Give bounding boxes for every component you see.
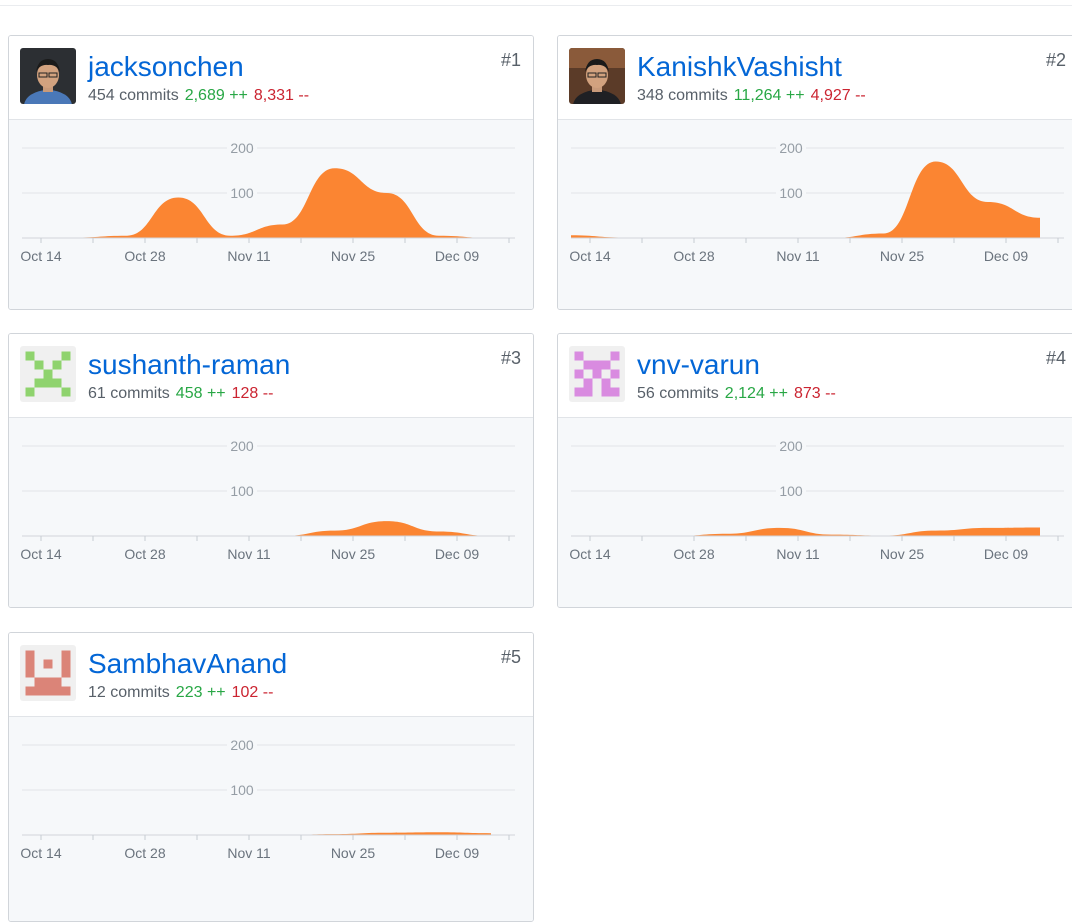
deletions-count: 102 -- [231, 684, 274, 701]
y-tick-label: 200 [230, 438, 254, 454]
contribution-chart-area: 100 200 Oct 14 Oct 28 Nov 11 Nov 25 Dec 09 [9, 716, 533, 921]
avatar[interactable] [569, 346, 625, 402]
contributor-username[interactable]: vnv-varun [637, 347, 760, 383]
contributor-card: jacksonchen 454 commits 2,689 ++ 8,331 -- … [8, 35, 534, 310]
additions-count: 458 ++ [175, 385, 226, 402]
card-header: SambhavAnand 12 commits 223 ++ 102 -- #5 [9, 633, 533, 716]
x-tick-label: Nov 11 [227, 546, 271, 562]
contribution-area [22, 168, 491, 238]
x-tick-label: Oct 14 [20, 248, 61, 264]
rank-badge: #2 [1045, 50, 1066, 70]
x-tick-label: Nov 25 [880, 248, 925, 264]
card-header: sushanth-raman 61 commits 458 ++ 128 -- #3 [9, 334, 533, 417]
deletions-count: 128 -- [231, 385, 274, 402]
identicon-icon [569, 346, 625, 402]
x-tick-label: Oct 28 [124, 248, 165, 264]
contribution-chart: 100 200 Oct 14 Oct 28 Nov 11 Nov 25 Dec 09 [20, 438, 515, 562]
rank-badge: #5 [500, 647, 521, 667]
contribution-chart-area: 100 200 Oct 14 Oct 28 Nov 11 Nov 25 Dec 09 [9, 119, 533, 309]
contributor-username[interactable]: jacksonchen [88, 49, 244, 85]
x-tick-label: Oct 28 [673, 546, 714, 562]
x-tick-label: Dec 09 [984, 546, 1029, 562]
x-tick-label: Oct 28 [124, 845, 165, 861]
x-tick-label: Nov 25 [331, 546, 376, 562]
x-tick-label: Oct 14 [20, 546, 61, 562]
y-tick-label: 200 [230, 140, 254, 156]
additions-count: 2,689 ++ [184, 87, 248, 104]
x-tick-label: Nov 25 [331, 845, 376, 861]
y-tick-label: 100 [779, 483, 803, 499]
card-header: jacksonchen 454 commits 2,689 ++ 8,331 -- … [9, 36, 533, 119]
x-tick-label: Dec 09 [435, 546, 480, 562]
commit-count[interactable]: 12 commits [88, 684, 170, 701]
card-header: vnv-varun 56 commits 2,124 ++ 873 -- #4 [558, 334, 1072, 417]
x-tick-label: Dec 09 [984, 248, 1029, 264]
y-tick-label: 200 [779, 140, 803, 156]
x-tick-label: Oct 28 [124, 546, 165, 562]
contribution-chart-area: 100 200 Oct 14 Oct 28 Nov 11 Nov 25 Dec 09 [9, 417, 533, 607]
deletions-count: 4,927 -- [810, 87, 866, 104]
x-tick-label: Dec 09 [435, 248, 480, 264]
rank-badge: #1 [500, 50, 521, 70]
contributor-username[interactable]: SambhavAnand [88, 646, 287, 682]
y-tick-label: 100 [779, 185, 803, 201]
contributor-username[interactable]: KanishkVashisht [637, 49, 842, 85]
avatar[interactable] [20, 645, 76, 701]
x-tick-label: Oct 14 [569, 546, 610, 562]
contribution-chart: 100 200 Oct 14 Oct 28 Nov 11 Nov 25 Dec 09 [20, 140, 515, 264]
y-tick-label: 100 [230, 185, 254, 201]
x-tick-label: Nov 11 [227, 248, 271, 264]
contributor-card: vnv-varun 56 commits 2,124 ++ 873 -- #4 10… [557, 333, 1072, 608]
contributor-username[interactable]: sushanth-raman [88, 347, 290, 383]
additions-count: 11,264 ++ [733, 87, 805, 104]
commit-count[interactable]: 454 commits [88, 87, 179, 104]
avatar[interactable] [20, 346, 76, 402]
contribution-area [571, 527, 1040, 536]
x-tick-label: Nov 25 [880, 546, 925, 562]
contribution-stats: 12 commits 223 ++ 102 -- [88, 683, 273, 703]
contribution-chart: 100 200 Oct 14 Oct 28 Nov 11 Nov 25 Dec 09 [569, 140, 1064, 264]
x-tick-label: Oct 14 [569, 248, 610, 264]
contributor-card: sushanth-raman 61 commits 458 ++ 128 -- #3… [8, 333, 534, 608]
avatar[interactable] [569, 48, 625, 104]
y-tick-label: 200 [779, 438, 803, 454]
contribution-chart-area: 100 200 Oct 14 Oct 28 Nov 11 Nov 25 Dec 09 [558, 119, 1072, 309]
contribution-stats: 56 commits 2,124 ++ 873 -- [637, 384, 836, 404]
identicon-icon [20, 645, 76, 701]
x-tick-label: Oct 28 [673, 248, 714, 264]
contribution-stats: 61 commits 458 ++ 128 -- [88, 384, 273, 404]
contribution-chart: 100 200 Oct 14 Oct 28 Nov 11 Nov 25 Dec 09 [20, 737, 515, 861]
contribution-area [22, 521, 491, 536]
x-tick-label: Nov 11 [776, 248, 820, 264]
contribution-stats: 348 commits 11,264 ++ 4,927 -- [637, 86, 866, 106]
x-tick-label: Dec 09 [435, 845, 480, 861]
deletions-count: 873 -- [793, 385, 836, 402]
person-photo-icon [569, 48, 625, 104]
additions-count: 2,124 ++ [724, 385, 788, 402]
person-photo-icon [20, 48, 76, 104]
y-tick-label: 100 [230, 782, 254, 798]
x-tick-label: Nov 25 [331, 248, 376, 264]
rank-badge: #4 [1045, 348, 1066, 368]
x-tick-label: Nov 11 [227, 845, 271, 861]
additions-count: 223 ++ [175, 684, 226, 701]
commit-count[interactable]: 348 commits [637, 87, 728, 104]
x-tick-label: Nov 11 [776, 546, 820, 562]
deletions-count: 8,331 -- [253, 87, 310, 104]
y-tick-label: 200 [230, 737, 254, 753]
page-top-divider [0, 5, 1072, 6]
contribution-stats: 454 commits 2,689 ++ 8,331 -- [88, 86, 309, 106]
contribution-chart-area: 100 200 Oct 14 Oct 28 Nov 11 Nov 25 Dec 09 [558, 417, 1072, 607]
card-header: KanishkVashisht 348 commits 11,264 ++ 4,92… [558, 36, 1072, 119]
rank-badge: #3 [500, 348, 521, 368]
contributor-card: KanishkVashisht 348 commits 11,264 ++ 4,92… [557, 35, 1072, 310]
identicon-icon [20, 346, 76, 402]
commit-count[interactable]: 61 commits [88, 385, 170, 402]
x-tick-label: Oct 14 [20, 845, 61, 861]
commit-count[interactable]: 56 commits [637, 385, 719, 402]
avatar[interactable] [20, 48, 76, 104]
contribution-chart: 100 200 Oct 14 Oct 28 Nov 11 Nov 25 Dec 09 [569, 438, 1064, 562]
y-tick-label: 100 [230, 483, 254, 499]
contributor-card: SambhavAnand 12 commits 223 ++ 102 -- #5 1… [8, 632, 534, 922]
